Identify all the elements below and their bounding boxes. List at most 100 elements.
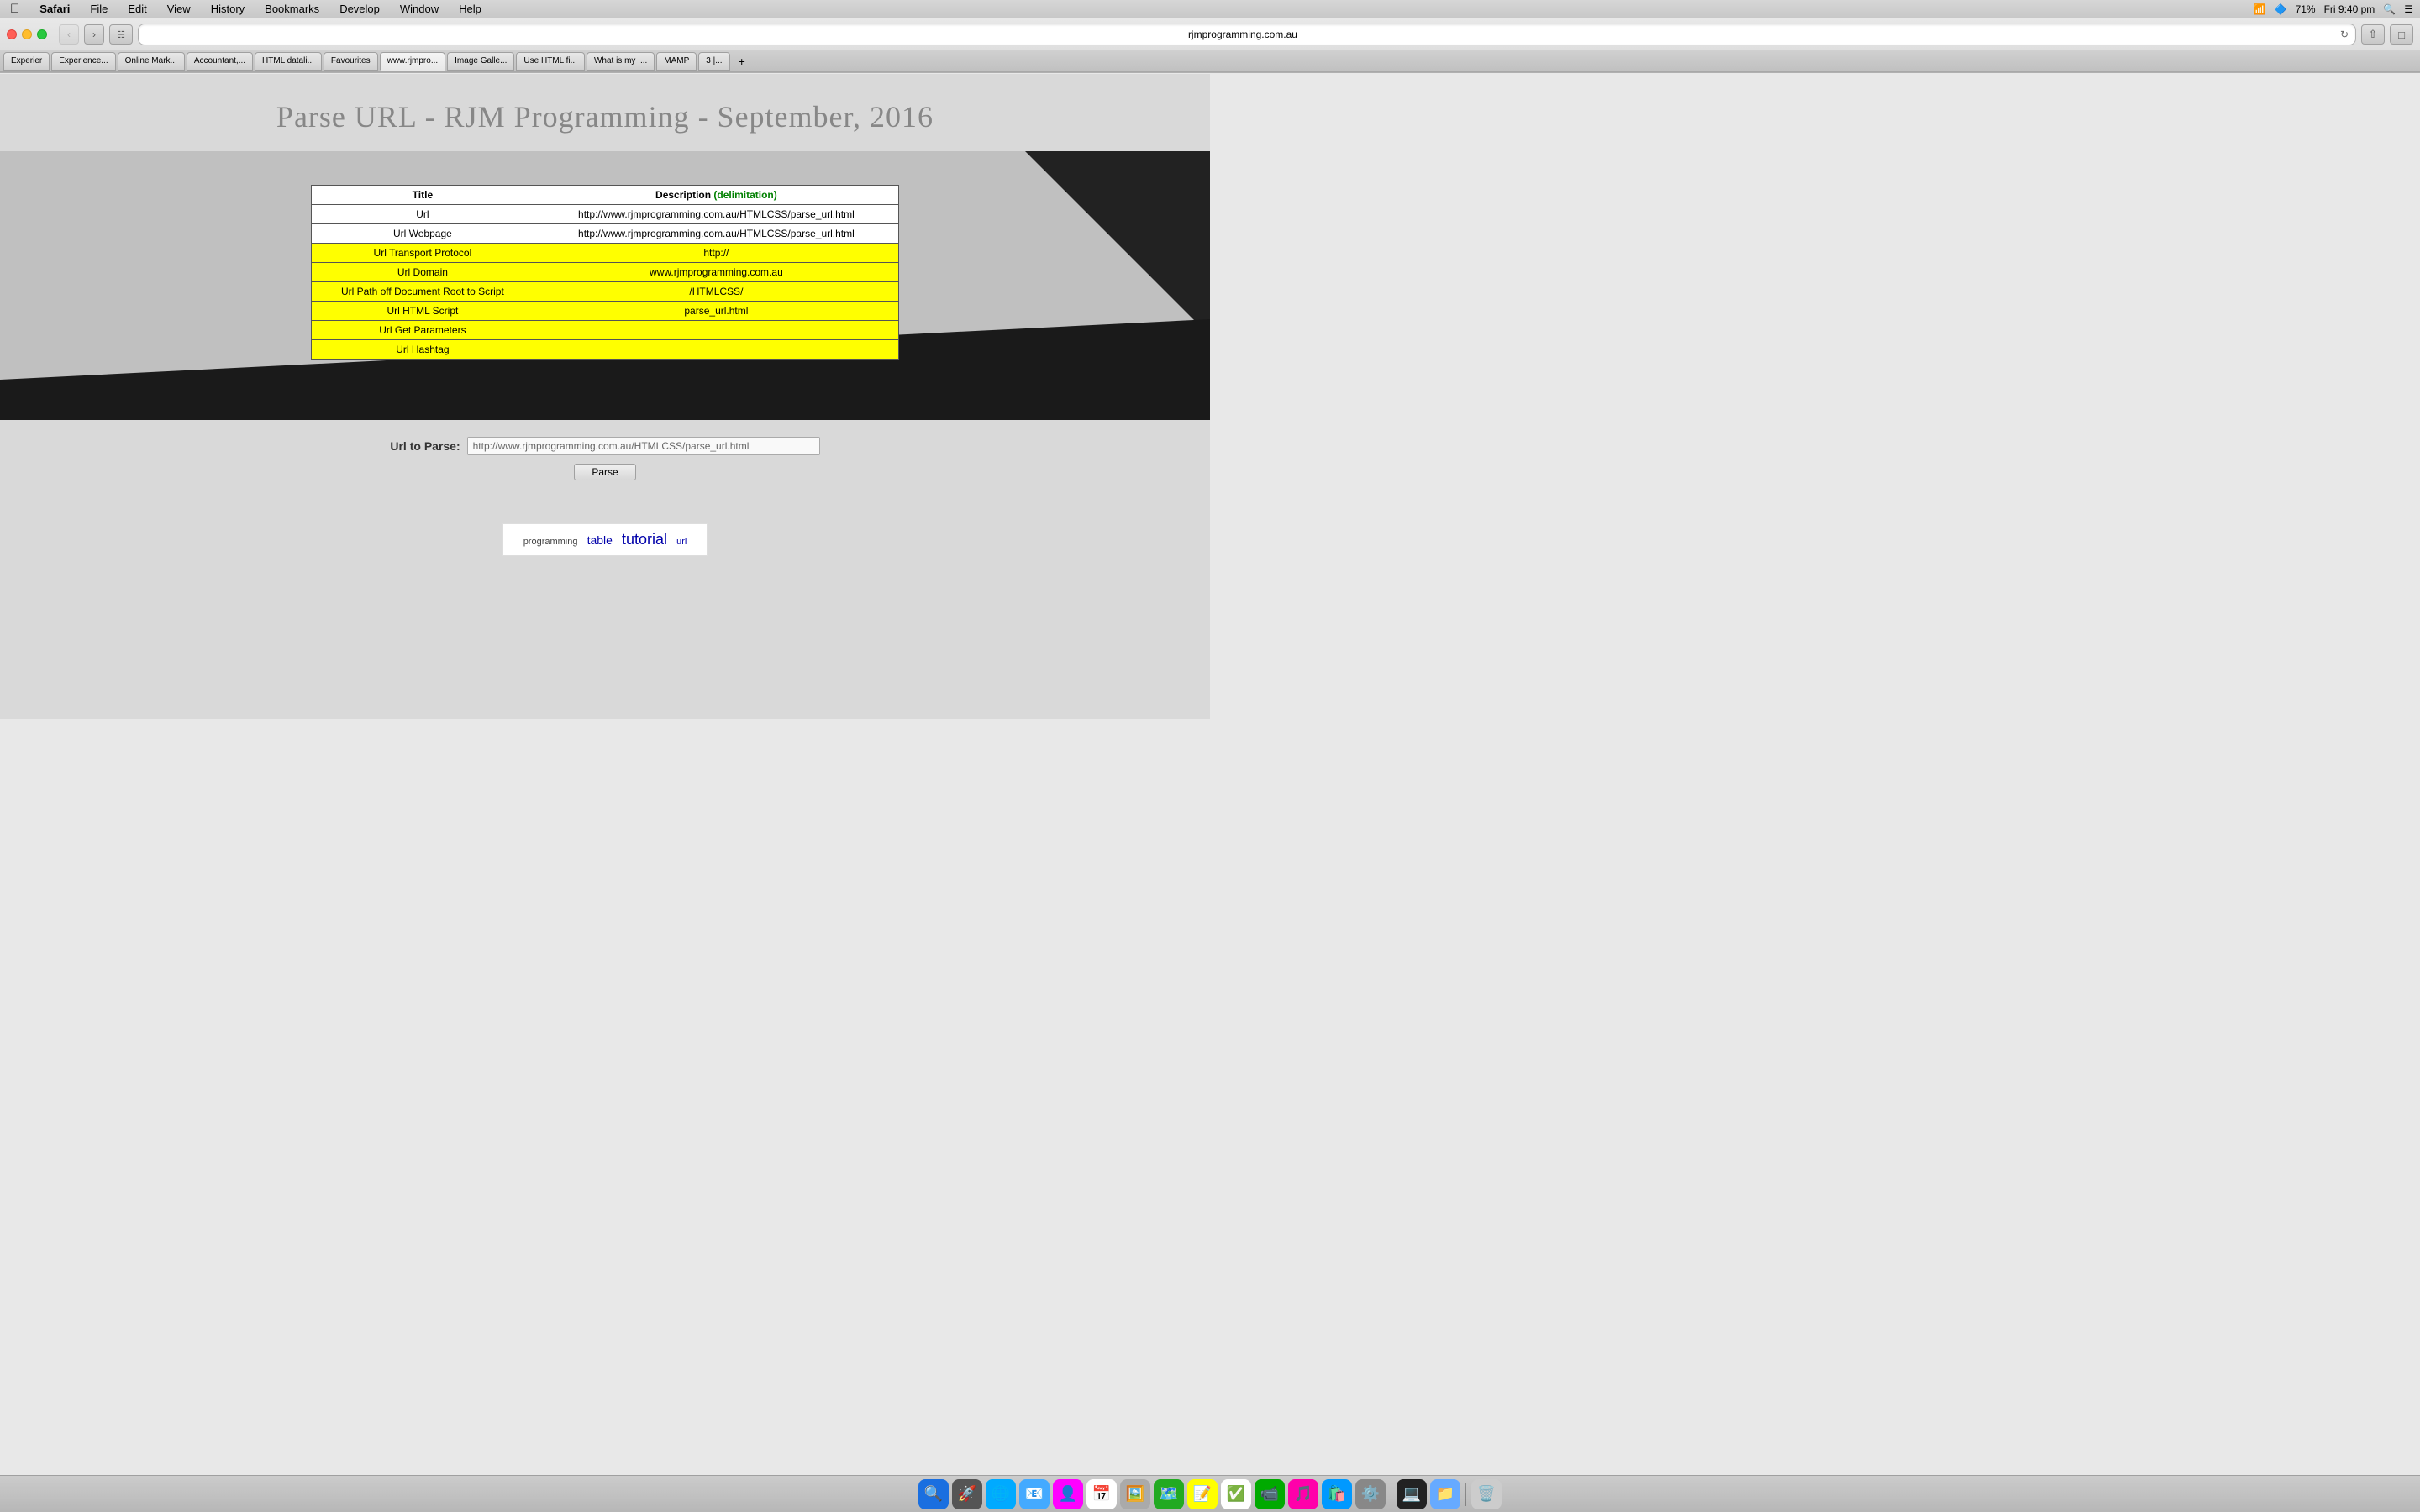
table-row-path: Url Path off Document Root to Script /HT… bbox=[312, 282, 899, 302]
tab-1[interactable]: Experience... bbox=[51, 52, 115, 71]
tab-2[interactable]: Online Mark... bbox=[118, 52, 185, 71]
tab-7[interactable]: Image Galle... bbox=[447, 52, 514, 71]
notification-icon[interactable]: ☰ bbox=[2404, 3, 2413, 15]
menu-bookmarks[interactable]: Bookmarks bbox=[261, 3, 323, 15]
table-row-domain: Url Domain www.rjmprogramming.com.au bbox=[312, 263, 899, 282]
search-icon[interactable]: 🔍 bbox=[2383, 3, 2396, 15]
table-row-script: Url HTML Script parse_url.html bbox=[312, 302, 899, 321]
menu-window[interactable]: Window bbox=[397, 3, 442, 15]
dock-calendar[interactable]: 📅 bbox=[1086, 1479, 1117, 1509]
dock-divider bbox=[1391, 1483, 1392, 1506]
cell-script-description: parse_url.html bbox=[534, 302, 898, 321]
hero-section: Title Description (delimitation) Url htt… bbox=[0, 151, 1210, 420]
tag-url[interactable]: url bbox=[676, 537, 687, 547]
clock: Fri 9:40 pm bbox=[2324, 3, 2375, 15]
menu-help[interactable]: Help bbox=[455, 3, 485, 15]
tab-11[interactable]: 3 |... bbox=[698, 52, 729, 71]
dock-notes[interactable]: 📝 bbox=[1187, 1479, 1218, 1509]
cell-transport-title: Url Transport Protocol bbox=[312, 244, 534, 263]
dock-reminders[interactable]: ✅ bbox=[1221, 1479, 1251, 1509]
dock-launchpad[interactable]: 🚀 bbox=[952, 1479, 982, 1509]
browser-toolbar: ‹ › ☵ ↻ ⇧ □ bbox=[0, 18, 2420, 50]
back-button[interactable]: ‹ bbox=[59, 24, 79, 45]
close-button[interactable] bbox=[7, 29, 17, 39]
dock-mail[interactable]: 📧 bbox=[1019, 1479, 1050, 1509]
menu-file[interactable]: File bbox=[87, 3, 111, 15]
dock-itunes[interactable]: 🎵 bbox=[1288, 1479, 1318, 1509]
dock-terminal[interactable]: 💻 bbox=[1397, 1479, 1427, 1509]
menu-safari[interactable]: Safari bbox=[36, 3, 73, 15]
table-header-title: Title bbox=[312, 186, 534, 205]
tab-5[interactable]: Favourites bbox=[324, 52, 378, 71]
dock-appstore[interactable]: 🛍️ bbox=[1322, 1479, 1352, 1509]
table-row-url: Url http://www.rjmprogramming.com.au/HTM… bbox=[312, 205, 899, 224]
dock-safari[interactable]: 🌐 bbox=[986, 1479, 1016, 1509]
url-parse-table-wrap: Title Description (delimitation) Url htt… bbox=[311, 185, 899, 360]
dock-divider-2 bbox=[1465, 1483, 1466, 1506]
menu-history[interactable]: History bbox=[208, 3, 248, 15]
tab-0[interactable]: Experier bbox=[3, 52, 50, 71]
tag-programming[interactable]: programming bbox=[523, 537, 578, 547]
tab-4[interactable]: HTML datali... bbox=[255, 52, 322, 71]
address-input[interactable] bbox=[145, 29, 2340, 40]
delimitation-label: (delimitation) bbox=[713, 189, 776, 201]
url-parse-input[interactable] bbox=[467, 437, 820, 455]
battery-status: 71% bbox=[2296, 3, 2316, 15]
table-row-hashtag: Url Hashtag bbox=[312, 340, 899, 360]
menubar-right: 📶 🔷 71% Fri 9:40 pm 🔍 ☰ bbox=[2254, 3, 2413, 15]
tab-6[interactable]: www.rjmpro... bbox=[380, 52, 446, 71]
tag-cloud: programming table tutorial url bbox=[502, 523, 708, 556]
cell-path-title: Url Path off Document Root to Script bbox=[312, 282, 534, 302]
new-tab-button[interactable]: □ bbox=[2390, 24, 2413, 45]
reload-button[interactable]: ↻ bbox=[2340, 29, 2349, 40]
cell-script-title: Url HTML Script bbox=[312, 302, 534, 321]
tab-8[interactable]: Use HTML fi... bbox=[516, 52, 585, 71]
parse-button[interactable]: Parse bbox=[574, 464, 635, 480]
sidebar-toggle[interactable]: ☵ bbox=[109, 24, 133, 45]
cell-url-webpage-description: http://www.rjmprogramming.com.au/HTMLCSS… bbox=[534, 224, 898, 244]
dock-maps[interactable]: 🗺️ bbox=[1154, 1479, 1184, 1509]
url-parse-table: Title Description (delimitation) Url htt… bbox=[311, 185, 899, 360]
cell-get-params-title: Url Get Parameters bbox=[312, 321, 534, 340]
table-row-get-params: Url Get Parameters bbox=[312, 321, 899, 340]
dark-triangle-decoration bbox=[1025, 151, 1210, 336]
tag-cloud-area: programming table tutorial url bbox=[0, 506, 1210, 573]
cell-get-params-description bbox=[534, 321, 898, 340]
table-header-description: Description (delimitation) bbox=[534, 186, 898, 205]
tag-table[interactable]: table bbox=[587, 533, 613, 547]
dock-facetime[interactable]: 📹 bbox=[1255, 1479, 1285, 1509]
menubar:  Safari File Edit View History Bookmark… bbox=[0, 0, 2420, 18]
traffic-lights bbox=[7, 29, 47, 39]
share-button[interactable]: ⇧ bbox=[2361, 24, 2385, 45]
tag-tutorial[interactable]: tutorial bbox=[622, 531, 667, 548]
cell-domain-title: Url Domain bbox=[312, 263, 534, 282]
minimize-button[interactable] bbox=[22, 29, 32, 39]
tab-3[interactable]: Accountant,... bbox=[187, 52, 253, 71]
wifi-icon: 📶 bbox=[2254, 3, 2266, 15]
dock-trash[interactable]: 🗑️ bbox=[1471, 1479, 1502, 1509]
url-parse-row: Url to Parse: bbox=[0, 437, 1210, 455]
cell-url-title: Url bbox=[312, 205, 534, 224]
bluetooth-icon: 🔷 bbox=[2275, 3, 2287, 15]
maximize-button[interactable] bbox=[37, 29, 47, 39]
dock-settings[interactable]: ⚙️ bbox=[1355, 1479, 1386, 1509]
dock-finder[interactable]: 🔍 bbox=[918, 1479, 949, 1509]
table-row-url-webpage: Url Webpage http://www.rjmprogramming.co… bbox=[312, 224, 899, 244]
new-tab-item[interactable]: + bbox=[732, 52, 749, 71]
forward-button[interactable]: › bbox=[84, 24, 104, 45]
tab-10[interactable]: MAMP bbox=[656, 52, 697, 71]
page-title: Parse URL - RJM Programming - September,… bbox=[0, 74, 1210, 151]
cell-domain-description: www.rjmprogramming.com.au bbox=[534, 263, 898, 282]
dock-contacts[interactable]: 👤 bbox=[1053, 1479, 1083, 1509]
menu-develop[interactable]: Develop bbox=[336, 3, 383, 15]
tab-9[interactable]: What is my I... bbox=[587, 52, 655, 71]
cell-hashtag-title: Url Hashtag bbox=[312, 340, 534, 360]
table-row-transport: Url Transport Protocol http:// bbox=[312, 244, 899, 263]
cell-transport-description: http:// bbox=[534, 244, 898, 263]
dock-photos[interactable]: 🖼️ bbox=[1120, 1479, 1150, 1509]
menu-edit[interactable]: Edit bbox=[124, 3, 150, 15]
apple-menu[interactable]:  bbox=[7, 2, 23, 16]
dock-finder2[interactable]: 📁 bbox=[1430, 1479, 1460, 1509]
menu-view[interactable]: View bbox=[164, 3, 194, 15]
dock: 🔍 🚀 🌐 📧 👤 📅 🖼️ 🗺️ 📝 ✅ 📹 🎵 🛍️ ⚙️ 💻 📁 🗑️ bbox=[0, 1475, 2420, 1512]
